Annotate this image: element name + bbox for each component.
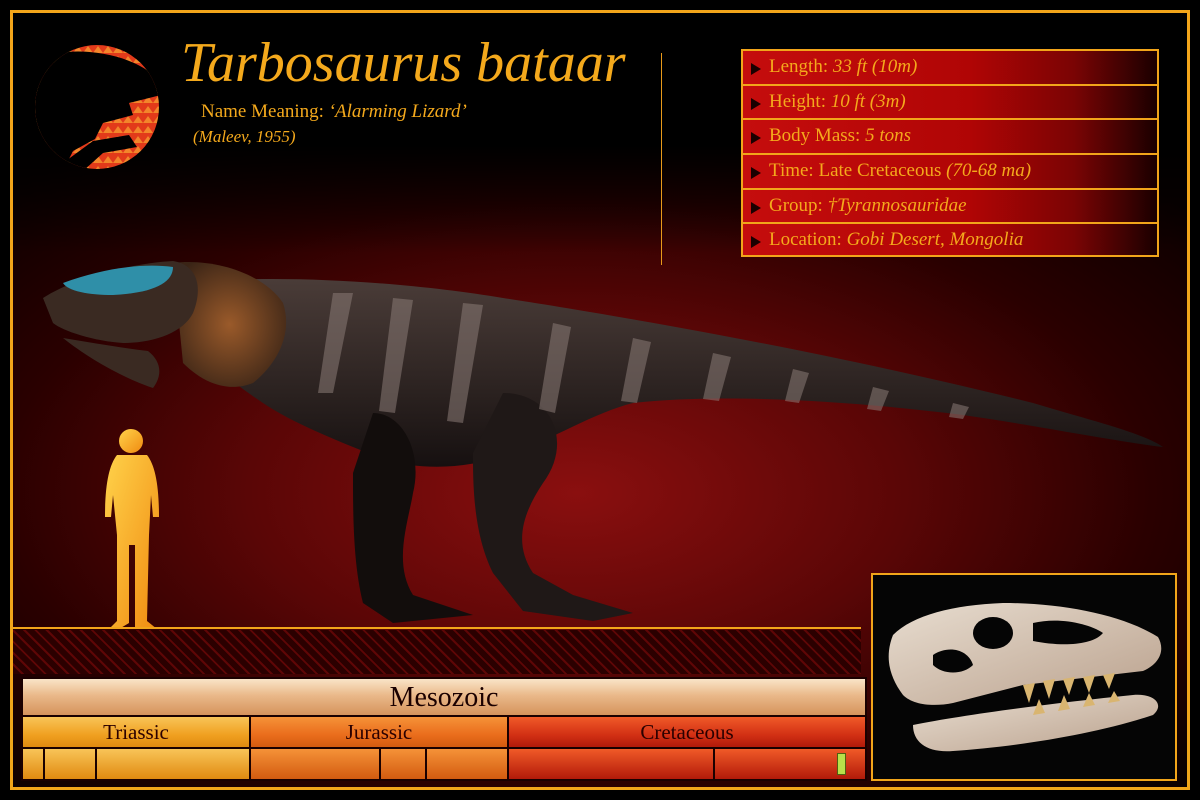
info-value: 10 ft (3m)	[830, 90, 906, 112]
stage-cell	[509, 749, 715, 779]
name-meaning-label: Name Meaning:	[201, 101, 329, 122]
stage-cell	[97, 749, 251, 779]
triangle-arrow-icon	[751, 201, 761, 214]
human-scale-silhouette	[105, 429, 159, 629]
info-row-height: Height: 10 ft (3m)	[743, 86, 1157, 121]
triangle-arrow-icon	[751, 132, 761, 145]
stage-cell	[251, 749, 381, 779]
period-triassic: Triassic	[23, 717, 251, 747]
info-label: Length:	[769, 56, 833, 77]
species-title: Tarbosaurus bataar	[181, 32, 626, 94]
ground-line	[13, 627, 861, 629]
stage-cell	[23, 749, 45, 779]
period-jurassic: Jurassic	[251, 717, 509, 747]
fact-card: Tarbosaurus bataar Name Meaning: ‘Alarmi…	[10, 10, 1190, 790]
triangle-arrow-icon	[751, 97, 761, 110]
info-label: Group:	[769, 194, 828, 216]
info-label: Height:	[769, 90, 831, 112]
info-label: Time: Late Cretaceous	[769, 159, 947, 181]
triangle-arrow-icon	[751, 166, 761, 179]
info-label: Body Mass:	[769, 125, 866, 147]
stage-cell	[45, 749, 97, 779]
stage-cell	[381, 749, 427, 779]
info-row-mass: Body Mass: 5 tons	[743, 120, 1157, 155]
info-value: †Tyrannosauridae	[827, 194, 967, 216]
tribal-pattern-band	[13, 630, 861, 674]
info-row-time: Time: Late Cretaceous (70-68 ma)	[743, 155, 1157, 190]
skull-panel	[871, 573, 1177, 781]
name-meaning: Name Meaning: ‘Alarming Lizard’	[201, 101, 467, 123]
timeline-periods: Triassic Jurassic Cretaceous	[23, 717, 865, 749]
info-panel: Length: 33 ft (10m) Height: 10 ft (3m) B…	[741, 49, 1159, 257]
info-value: 33 ft (10m)	[832, 56, 918, 77]
timeline-stages	[23, 749, 865, 779]
tarbosaurus-time-marker	[837, 753, 846, 775]
author-citation: (Maleev, 1955)	[193, 127, 296, 146]
tyrannosaur-head-logo-icon	[35, 45, 159, 169]
info-value: 5 tons	[865, 125, 912, 147]
era-mesozoic: Mesozoic	[23, 679, 865, 717]
stage-cell	[427, 749, 509, 779]
skull-illustration	[888, 603, 1162, 752]
name-meaning-value: ‘Alarming Lizard’	[328, 101, 467, 122]
triangle-arrow-icon	[751, 63, 761, 75]
period-cretaceous: Cretaceous	[509, 717, 865, 747]
info-row-group: Group: †Tyrannosauridae	[743, 190, 1157, 225]
info-row-length: Length: 33 ft (10m)	[743, 51, 1157, 86]
header-divider	[661, 53, 662, 265]
info-value: (70-68 ma)	[946, 159, 1032, 181]
geologic-timeline: Mesozoic Triassic Jurassic Cretaceous	[21, 677, 867, 781]
